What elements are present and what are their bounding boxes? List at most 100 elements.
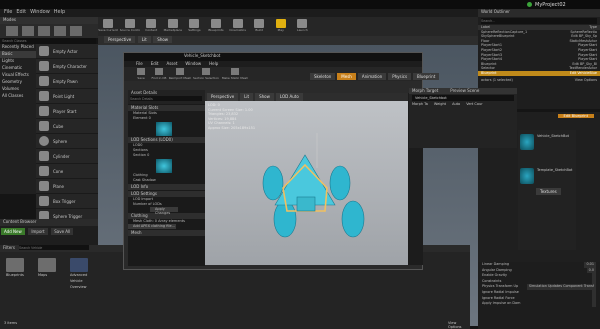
add-new-button[interactable]: Add New [1, 228, 25, 235]
place-item[interactable]: Plane [36, 179, 98, 194]
morph-col[interactable]: Morph Ta [412, 102, 428, 106]
category-geometry[interactable]: Geometry [0, 79, 36, 86]
make-static-mesh-button[interactable]: Make Static Mesh [220, 67, 250, 81]
category-visual-effects[interactable]: Visual Effects [0, 72, 36, 79]
static-mesh-icon [231, 68, 239, 75]
launch-button[interactable]: Launch [292, 17, 312, 36]
property-value[interactable] [592, 301, 596, 307]
add-clothing-button[interactable]: Add APEX clothing file... [128, 224, 176, 229]
edit-blueprint-button[interactable]: Edit Blueprint [557, 113, 594, 118]
category-recently-placed[interactable]: Recently Placed [0, 44, 36, 51]
cube-icon [39, 121, 49, 131]
folder-blueprints[interactable]: Blueprints [6, 258, 28, 290]
auto-col[interactable]: Auto [452, 102, 460, 106]
place-item[interactable]: Empty Pawn [36, 74, 98, 89]
place-item[interactable]: Point Light [36, 89, 98, 104]
blueprint-tab[interactable]: Blueprint [413, 73, 440, 80]
details-search-input[interactable] [130, 96, 202, 101]
category-volumes[interactable]: Volumes [0, 86, 36, 93]
editor-menu-file[interactable]: File [136, 61, 143, 66]
find-in-cb-button[interactable]: Find in CB [150, 67, 168, 81]
category-basic[interactable]: Basic [0, 51, 36, 58]
section-selection-button[interactable]: Section Selection [192, 67, 220, 81]
mesh-section[interactable]: Mesh [128, 230, 205, 236]
content-button[interactable]: Content [141, 17, 161, 36]
toolbar-label: Cinematics [229, 28, 246, 32]
play-button[interactable]: Play [271, 17, 291, 36]
editor-menu-edit[interactable]: Edit [151, 61, 159, 66]
asset-overview[interactable]: Advanced Vehicle Overview [70, 258, 96, 290]
menu-help[interactable]: Help [54, 9, 65, 15]
paint-mode-icon[interactable] [22, 26, 34, 36]
morph-search-field[interactable]: Vehicle_Sketchbot [412, 95, 514, 101]
weight-col[interactable]: Weight [434, 102, 446, 106]
outliner-search-input[interactable] [481, 18, 597, 24]
place-item[interactable]: Sphere [36, 134, 98, 149]
place-item[interactable]: Cone [36, 164, 98, 179]
import-button[interactable]: Import [28, 228, 48, 235]
asset-tile[interactable]: Template_SketchBot [518, 154, 576, 186]
skeleton-tab[interactable]: Skeleton [310, 73, 336, 80]
blueprints-button[interactable]: Blueprints [206, 17, 226, 36]
place-item[interactable]: Player Start [36, 104, 98, 119]
category-lights[interactable]: Lights [0, 58, 36, 65]
perspective-button[interactable]: Perspective [104, 36, 136, 43]
editor-menu-window[interactable]: Window [185, 61, 201, 66]
view-options-button[interactable]: View Options [448, 321, 470, 329]
lod-info-section[interactable]: LOD Info [128, 184, 205, 190]
animation-tab[interactable]: Animation [357, 73, 387, 80]
build-button[interactable]: Build [249, 17, 269, 36]
content-search-input[interactable] [19, 245, 89, 250]
physics-tab[interactable]: Physics [388, 73, 412, 80]
vert-count-col[interactable]: Vert Cour [466, 102, 482, 106]
material-thumbnail[interactable] [156, 122, 172, 136]
menu-edit[interactable]: Edit [16, 9, 26, 15]
property-row[interactable]: Apply Impulse on Dam [478, 301, 600, 307]
landscape-mode-icon[interactable] [38, 26, 50, 36]
reimport-mesh-button[interactable]: Reimport Mesh [168, 67, 192, 81]
show-button[interactable]: Show [153, 36, 173, 43]
asset-tiles: Vehicle_SketchBot Template_SketchBot Tex… [518, 130, 576, 250]
place-item-label: Plane [53, 183, 64, 189]
editor-save-button[interactable]: Save [132, 67, 150, 81]
filters-button[interactable]: Filters [3, 245, 15, 252]
menu-window[interactable]: Window [30, 9, 50, 15]
place-mode-icon[interactable] [6, 26, 18, 36]
lit-button[interactable]: Lit [137, 36, 151, 43]
editor-menu-help[interactable]: Help [209, 61, 218, 66]
place-item[interactable]: Box Trigger [36, 194, 98, 209]
place-item[interactable]: Empty Character [36, 59, 98, 74]
cinematics-button[interactable]: Cinematics [228, 17, 248, 36]
folder-label: Maps [38, 273, 48, 277]
apply-changes-button[interactable]: Apply Changes [150, 207, 178, 215]
menu-file[interactable]: File [4, 9, 12, 15]
place-item[interactable]: Cylinder [36, 149, 98, 164]
asset-tile[interactable]: Vehicle_SketchBot [518, 130, 576, 154]
section-thumbnail[interactable] [156, 159, 172, 173]
physics-properties: Linear Damping 0.01 Angular Damping 0.0 Enab… [478, 262, 600, 329]
geometry-mode-icon[interactable] [70, 26, 82, 36]
outliner-row[interactable]: Blueprint Edit VehicleBlue [478, 70, 600, 76]
marketplace-button[interactable]: Marketplace [163, 17, 183, 36]
foliage-mode-icon[interactable] [54, 26, 66, 36]
place-item[interactable]: Empty Actor [36, 44, 98, 59]
editor-menu-asset[interactable]: Asset [166, 61, 177, 66]
save-all-button[interactable]: Save All [51, 228, 74, 235]
folder-label: Blueprints [6, 273, 24, 277]
category-cinematic[interactable]: Cinematic [0, 65, 36, 72]
place-item[interactable]: Cube [36, 119, 98, 134]
cast-shadow-checkbox[interactable]: Cast Shadow [128, 178, 205, 183]
mesh-preview-viewport[interactable]: Perspective Lit Show LOD Auto LOD: 0 Cur… [205, 93, 408, 265]
morph-target-tab[interactable]: Morph Target [412, 88, 438, 93]
editor-toolbar-label: Reimport Mesh [168, 76, 192, 80]
mesh-tab[interactable]: Mesh [337, 73, 356, 80]
property-value[interactable]: Simulation Updates Component Transf [526, 284, 596, 290]
folder-maps[interactable]: Maps [38, 258, 60, 290]
source-control-button[interactable]: Source Control [120, 17, 140, 36]
preview-scene-tab[interactable]: Preview Scene [450, 88, 479, 93]
category-all-classes[interactable]: All Classes [0, 93, 36, 100]
view-options-button[interactable]: View Options [575, 78, 597, 83]
settings-button[interactable]: Settings [184, 17, 204, 36]
textures-button[interactable]: Textures [536, 188, 561, 195]
save-current-button[interactable]: Save Current [98, 17, 118, 36]
